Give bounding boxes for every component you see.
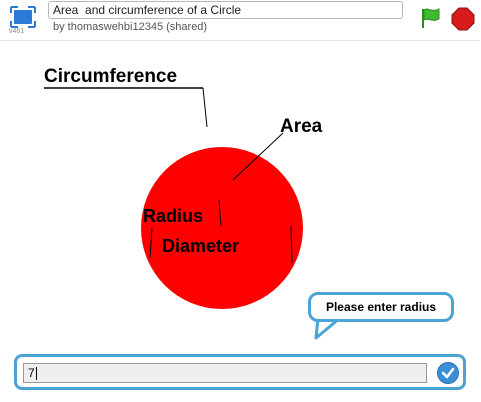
submit-answer-button[interactable]	[437, 362, 459, 384]
answer-input[interactable]: 7	[23, 363, 427, 383]
circumference-label: Circumference	[44, 66, 178, 87]
text-caret	[35, 367, 37, 381]
answer-text: 7	[28, 366, 35, 380]
diameter-label: Diameter	[162, 236, 240, 256]
red-circle	[141, 147, 303, 309]
area-label: Area	[280, 116, 323, 137]
speech-bubble: Please enter radius	[308, 292, 454, 322]
radius-label: Radius	[143, 206, 204, 226]
stage-drawing	[44, 87, 303, 309]
ask-prompt-box: 7	[14, 354, 466, 390]
checkmark-icon	[441, 367, 455, 379]
circumference-pointer	[202, 87, 208, 128]
